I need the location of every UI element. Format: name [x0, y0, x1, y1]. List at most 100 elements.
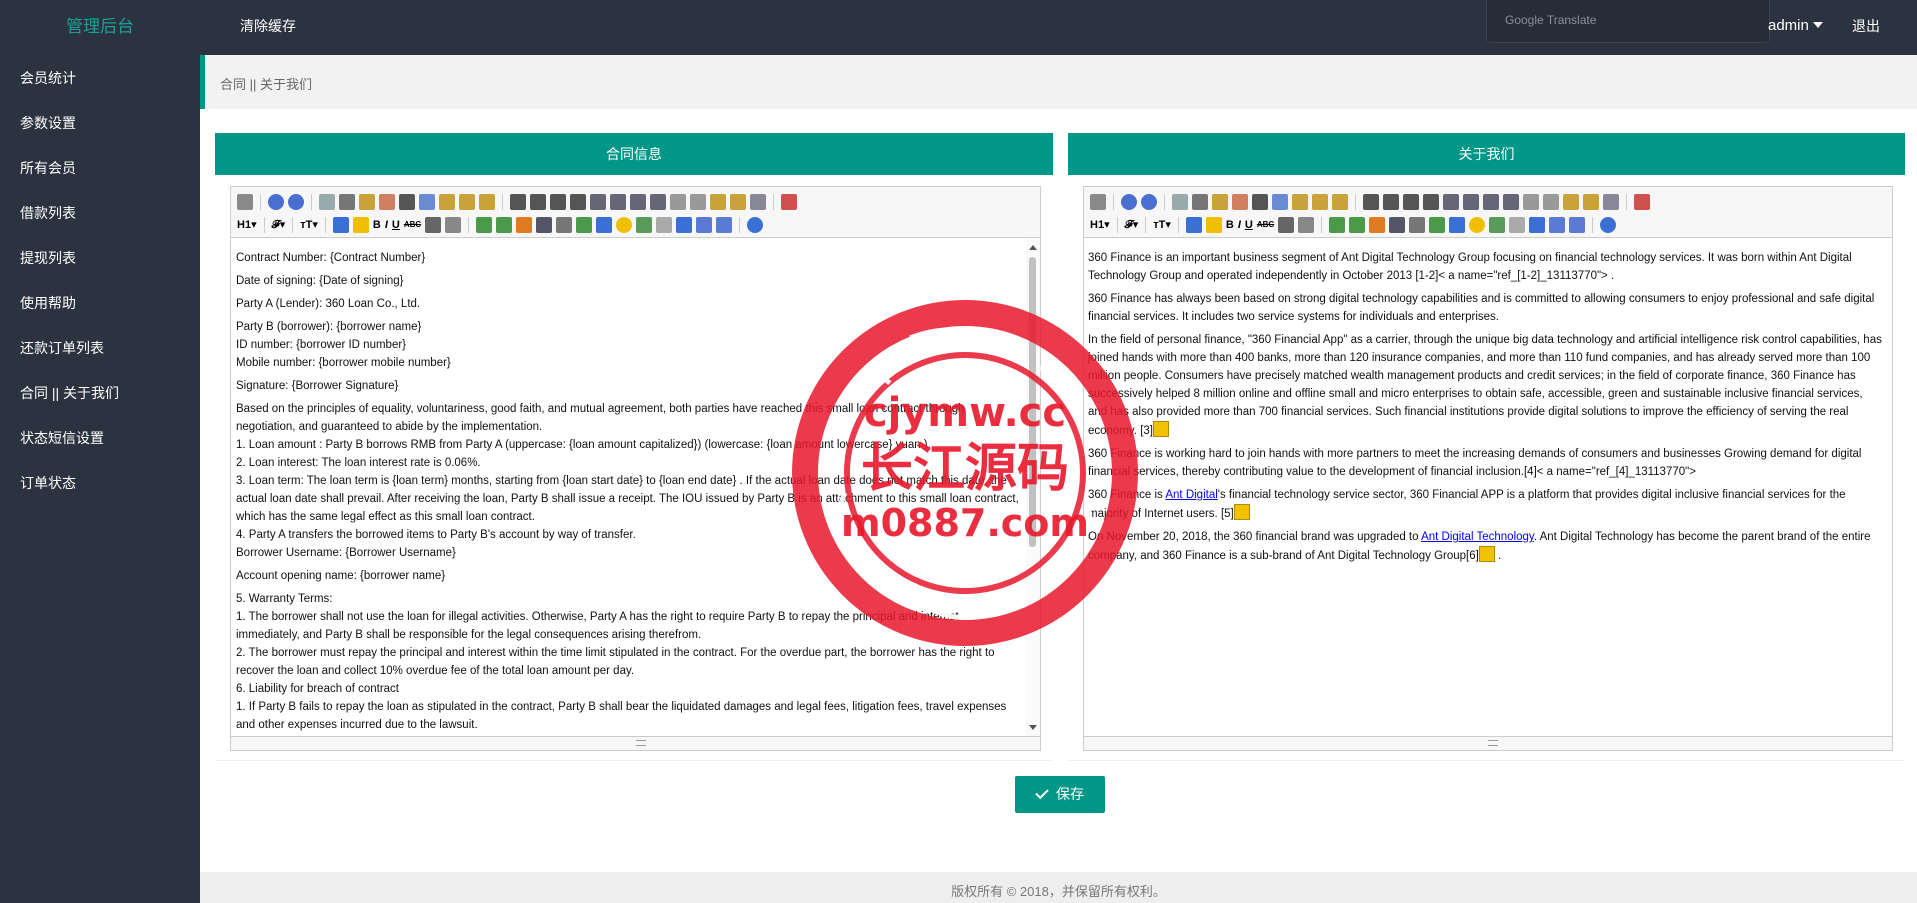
hr-icon[interactable] [1278, 216, 1295, 233]
align-left-icon[interactable] [1363, 193, 1379, 210]
flash-icon[interactable] [1369, 216, 1386, 233]
paste-icon[interactable] [439, 193, 455, 210]
font-size-dropdown[interactable]: тT▾ [300, 217, 318, 233]
paste-icon[interactable] [1292, 193, 1308, 210]
format-painter-icon[interactable] [730, 193, 746, 210]
clear-cache-link[interactable]: 清除缓存 [240, 0, 296, 55]
unlink-icon[interactable] [716, 216, 733, 233]
remove-format-icon[interactable] [445, 216, 462, 233]
brand-logo[interactable]: 管理后台 [0, 0, 200, 55]
logout-link[interactable]: 退出 [1852, 0, 1880, 55]
unordered-list-icon[interactable] [610, 193, 626, 210]
map-icon[interactable] [1489, 216, 1506, 233]
insert-file-icon[interactable] [1429, 216, 1446, 233]
undo-icon[interactable] [1121, 193, 1137, 210]
align-right-icon[interactable] [1403, 193, 1419, 210]
paste-text-icon[interactable] [1312, 193, 1328, 210]
bold-button[interactable]: B [373, 217, 381, 233]
map-icon[interactable] [636, 216, 653, 233]
anchor-icon[interactable] [1478, 546, 1495, 562]
sidebar-item-contract-about[interactable]: 合同 || 关于我们 [0, 371, 200, 416]
preview-icon[interactable] [319, 193, 335, 210]
page-break-icon[interactable] [1509, 216, 1526, 233]
multi-image-icon[interactable] [496, 216, 513, 233]
image-icon[interactable] [1329, 216, 1346, 233]
align-center-icon[interactable] [1383, 193, 1399, 210]
image-icon[interactable] [476, 216, 493, 233]
help-icon[interactable] [1600, 216, 1617, 233]
unordered-list-icon[interactable] [1463, 193, 1479, 210]
outdent-icon[interactable] [1503, 193, 1519, 210]
clear-format-icon[interactable] [1563, 193, 1579, 210]
save-button[interactable]: 保存 [1015, 776, 1105, 813]
scroll-up-icon[interactable] [1029, 245, 1037, 250]
emoticon-icon[interactable] [616, 216, 633, 233]
bold-button[interactable]: B [1226, 217, 1234, 233]
align-left-icon[interactable] [510, 193, 526, 210]
redo-icon[interactable] [1141, 193, 1157, 210]
preview-icon[interactable] [1172, 193, 1188, 210]
code-icon[interactable] [379, 193, 395, 210]
italic-button[interactable]: I [385, 217, 388, 233]
print-icon[interactable] [1192, 193, 1208, 210]
editor-resize-handle[interactable] [231, 736, 1040, 750]
underline-button[interactable]: U [392, 217, 400, 233]
heading-dropdown[interactable]: H1▾ [237, 217, 257, 233]
sidebar-item-help[interactable]: 使用帮助 [0, 281, 200, 326]
copy-icon[interactable] [1272, 193, 1288, 210]
google-translate-widget[interactable]: Google Translate [1486, 0, 1770, 43]
table-icon[interactable] [1449, 216, 1466, 233]
ant-digital-technology-link[interactable]: Ant Digital Technology [1421, 531, 1534, 543]
sidebar-item-sms-settings[interactable]: 状态短信设置 [0, 416, 200, 461]
indent-icon[interactable] [1483, 193, 1499, 210]
sidebar-item-member-stats[interactable]: 会员统计 [0, 56, 200, 101]
align-justify-icon[interactable] [570, 193, 586, 210]
italic-button[interactable]: I [1238, 217, 1241, 233]
anchor-insert-icon[interactable] [1529, 216, 1546, 233]
print-icon[interactable] [339, 193, 355, 210]
select-all-icon[interactable] [750, 193, 766, 210]
font-family-dropdown[interactable]: 𝓕▾ [1125, 217, 1139, 233]
flash-icon[interactable] [516, 216, 533, 233]
select-all-icon[interactable] [1603, 193, 1619, 210]
subscript-icon[interactable] [670, 193, 686, 210]
page-break-icon[interactable] [656, 216, 673, 233]
highlight-icon[interactable] [352, 216, 369, 233]
sidebar-item-repayment-orders[interactable]: 还款订单列表 [0, 326, 200, 371]
align-right-icon[interactable] [550, 193, 566, 210]
anchor-icon[interactable] [1233, 504, 1250, 520]
scroll-down-icon[interactable] [1029, 725, 1037, 730]
ordered-list-icon[interactable] [1443, 193, 1459, 210]
editor-scrollbar[interactable] [1026, 239, 1040, 736]
highlight-icon[interactable] [1205, 216, 1222, 233]
link-icon[interactable] [1549, 216, 1566, 233]
indent-icon[interactable] [630, 193, 646, 210]
underline-button[interactable]: U [1245, 217, 1253, 233]
about-editor-content[interactable]: 360 Finance is an important business seg… [1084, 239, 1892, 736]
ant-digital-link[interactable]: Ant Digital [1165, 489, 1217, 501]
insert-file-icon[interactable] [576, 216, 593, 233]
font-color-icon[interactable] [1185, 216, 1202, 233]
ordered-list-icon[interactable] [590, 193, 606, 210]
format-painter-icon[interactable] [1583, 193, 1599, 210]
redo-icon[interactable] [288, 193, 304, 210]
multi-image-icon[interactable] [1349, 216, 1366, 233]
superscript-icon[interactable] [1543, 193, 1559, 210]
superscript-icon[interactable] [690, 193, 706, 210]
paste-word-icon[interactable] [479, 193, 495, 210]
remove-format-icon[interactable] [1298, 216, 1315, 233]
outdent-icon[interactable] [650, 193, 666, 210]
user-menu[interactable]: admin [1768, 0, 1823, 55]
template-icon[interactable] [359, 193, 375, 210]
source-icon[interactable] [237, 193, 253, 210]
code-icon[interactable] [1232, 193, 1248, 210]
strikethrough-button[interactable]: ABC [1257, 217, 1274, 233]
copy-icon[interactable] [419, 193, 435, 210]
align-justify-icon[interactable] [1423, 193, 1439, 210]
cut-icon[interactable] [1252, 193, 1268, 210]
strikethrough-button[interactable]: ABC [404, 217, 421, 233]
sidebar-item-withdraw-list[interactable]: 提现列表 [0, 236, 200, 281]
help-icon[interactable] [747, 216, 764, 233]
sidebar-item-order-status[interactable]: 订单状态 [0, 461, 200, 506]
hr-icon[interactable] [425, 216, 442, 233]
